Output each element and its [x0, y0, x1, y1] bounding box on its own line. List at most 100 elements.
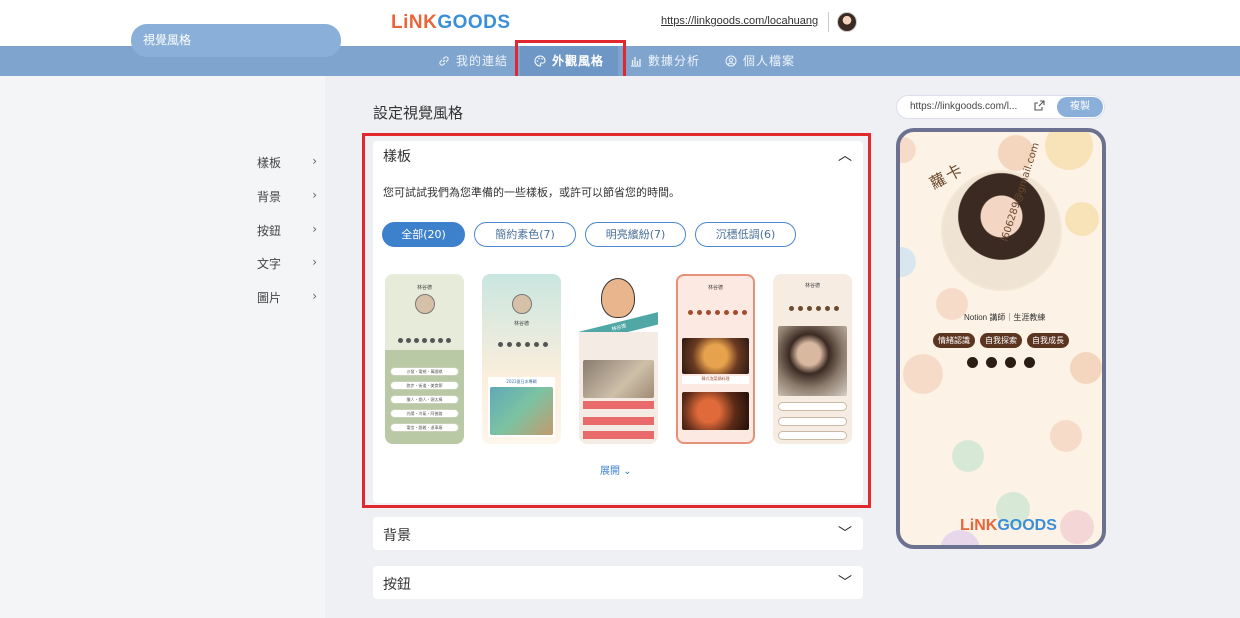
preview-tag-button[interactable]: 自我探索 — [980, 333, 1022, 348]
template-photo — [778, 326, 847, 396]
facebook-icon[interactable] — [967, 357, 978, 368]
accordion-background-title: 背景 — [383, 528, 411, 544]
social-icon — [414, 338, 419, 343]
filter-chip-bright[interactable]: 明亮繽紛(7) — [585, 222, 686, 247]
chevron-right-icon: › — [312, 289, 317, 303]
social-icon — [398, 338, 403, 343]
template-card-5[interactable]: 林谷德 — [773, 274, 852, 444]
chevron-down-icon[interactable]: ﹀ — [838, 523, 852, 543]
social-icon — [715, 310, 720, 315]
tab-profile[interactable]: 個人檔案 — [725, 46, 795, 76]
preview-url-text: https://linkgoods.com/l... — [910, 101, 1018, 112]
accordion-buttons-title: 按鈕 — [383, 577, 411, 593]
decor-dot — [1050, 420, 1082, 452]
instagram-icon[interactable] — [986, 357, 997, 368]
decor-dot — [900, 137, 916, 163]
template-avatar — [415, 294, 435, 314]
template-card-1[interactable]: 林谷德 沙發・電視・萬國棋 跑步・街道・美食節 獵人・戀人・頭太棒 光陽・冷氣・… — [385, 274, 464, 444]
sidebar-item-text[interactable]: 文字 › — [257, 255, 317, 272]
social-icon — [406, 338, 411, 343]
social-icon — [525, 342, 530, 347]
template-photo — [682, 338, 749, 374]
template-button-bar — [583, 401, 654, 409]
linkgoods-logo[interactable]: LiNKGOODS — [391, 12, 511, 34]
filter-chip-calm[interactable]: 沉穩低調(6) — [695, 222, 796, 247]
social-icon — [798, 306, 803, 311]
template-panel-title: 樣板 — [383, 149, 411, 165]
tab-analytics[interactable]: 數據分析 — [630, 46, 700, 76]
template-button — [778, 402, 847, 411]
preview-tag-button[interactable]: 自我成長 — [1027, 333, 1069, 348]
template-photo — [583, 360, 654, 398]
social-icon — [438, 338, 443, 343]
filter-chip-all[interactable]: 全部(20) — [382, 222, 465, 247]
template-image-card: 2023夏日本專輯 — [488, 377, 555, 437]
template-photo — [682, 392, 749, 430]
template-card-4[interactable]: 林谷德 韓式泡菜鍋料理 — [676, 274, 755, 444]
preview-tag-button[interactable]: 情緒認識 — [933, 333, 975, 348]
template-avatar — [512, 294, 532, 314]
template-card-2[interactable]: 林谷德 2023夏日本專輯 — [482, 274, 561, 444]
decor-dot — [1045, 132, 1093, 170]
profile-url-link[interactable]: https://linkgoods.com/locahuang — [661, 15, 818, 27]
social-icon — [446, 338, 451, 343]
decor-dot — [1065, 202, 1099, 236]
social-icon — [724, 310, 729, 315]
chevron-down-icon: ⌄ — [623, 466, 632, 477]
preview-logo: LiNKGOODS — [960, 517, 1057, 534]
social-icon — [807, 306, 812, 311]
social-icon — [742, 310, 747, 315]
social-icon — [534, 342, 539, 347]
external-link-icon[interactable] — [1034, 100, 1045, 111]
social-icon — [430, 338, 435, 343]
sidebar-item-background[interactable]: 背景 › — [257, 188, 317, 205]
chevron-down-icon[interactable]: ﹀ — [838, 572, 852, 592]
template-description: 您可試試我們為您準備的一些樣板，或許可以節省您的時間。 — [383, 186, 680, 199]
chevron-up-icon[interactable]: ︿ — [838, 145, 852, 165]
bar-chart-icon — [631, 57, 641, 67]
social-icon — [733, 310, 738, 315]
decor-dot — [1060, 510, 1094, 544]
music-icon[interactable] — [1005, 357, 1016, 368]
social-icon — [507, 342, 512, 347]
template-card-3[interactable]: 林谷德 — [579, 274, 658, 444]
template-photo — [490, 387, 553, 435]
decor-dot — [903, 354, 943, 394]
sidebar-item-buttons[interactable]: 按鈕 › — [257, 222, 317, 239]
social-icon — [834, 306, 839, 311]
template-button-bar — [583, 417, 654, 425]
template-button-bar — [583, 431, 654, 439]
template-button — [778, 431, 847, 440]
sidebar-item-images[interactable]: 圖片 › — [257, 289, 317, 306]
social-icon — [825, 306, 830, 311]
page-title: 設定視覺風格 — [373, 104, 464, 122]
preview-subtitle: Notion 講師｜生涯教練 — [964, 313, 1046, 322]
social-icon — [706, 310, 711, 315]
social-icon — [688, 310, 693, 315]
filter-chip-simple[interactable]: 簡約素色(7) — [474, 222, 576, 247]
copy-button[interactable]: 複製 — [1057, 97, 1103, 117]
social-icon — [516, 342, 521, 347]
accordion-buttons[interactable] — [373, 566, 863, 599]
social-icon — [697, 310, 702, 315]
avatar[interactable] — [837, 12, 857, 32]
sidebar-item-template[interactable]: 樣板 › — [257, 154, 317, 171]
link-icon — [439, 56, 449, 66]
social-icon — [543, 342, 548, 347]
chevron-right-icon: › — [312, 154, 317, 168]
chevron-right-icon: › — [312, 255, 317, 269]
social-icon — [422, 338, 427, 343]
decor-dot — [952, 440, 984, 472]
template-cartoon-avatar — [601, 278, 635, 318]
chat-icon[interactable] — [1024, 357, 1035, 368]
user-circle-icon — [725, 55, 737, 67]
template-button — [778, 417, 847, 426]
header-divider — [828, 12, 829, 32]
decor-dot — [1070, 352, 1102, 384]
chevron-right-icon: › — [312, 222, 317, 236]
social-icon — [498, 342, 503, 347]
expand-button[interactable]: 展開 ⌄ — [600, 462, 632, 477]
tab-my-links[interactable]: 我的連結 — [438, 46, 508, 76]
accordion-background[interactable] — [373, 517, 863, 550]
sidebar-item-visual-style[interactable]: 視覺風格 — [131, 24, 341, 57]
